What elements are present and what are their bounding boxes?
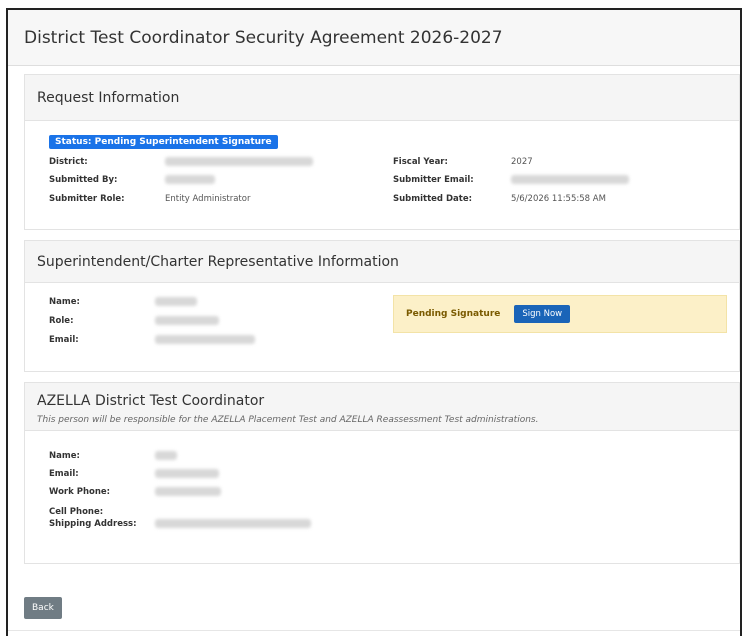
superintendent-role-redacted xyxy=(155,316,219,325)
fiscal-year-value: 2027 xyxy=(511,157,533,167)
submitted-by-label: Submitted By: xyxy=(49,175,118,185)
azella-heading: AZELLA District Test Coordinator This pe… xyxy=(25,383,739,431)
submitted-date-label: Submitted Date: xyxy=(393,194,472,204)
shipping-address-label: Shipping Address: xyxy=(49,519,137,529)
submitter-role-value: Entity Administrator xyxy=(165,194,251,204)
district-value-redacted xyxy=(165,157,313,166)
sign-now-button[interactable]: Sign Now xyxy=(514,305,571,323)
superintendent-role-label: Role: xyxy=(49,316,74,326)
superintendent-title: Superintendent/Charter Representative In… xyxy=(37,253,399,270)
azella-name-redacted xyxy=(155,451,177,460)
page-header: District Test Coordinator Security Agree… xyxy=(8,10,740,66)
footer-divider xyxy=(8,630,740,631)
azella-coordinator-panel: AZELLA District Test Coordinator This pe… xyxy=(24,382,740,564)
work-phone-redacted xyxy=(155,487,221,496)
status-badge: Status: Pending Superintendent Signature xyxy=(49,135,278,149)
superintendent-name-label: Name: xyxy=(49,297,80,307)
main-content: Request Information Status: Pending Supe… xyxy=(24,74,740,574)
request-information-body: Status: Pending Superintendent Signature… xyxy=(25,121,739,229)
back-button[interactable]: Back xyxy=(24,597,62,619)
azella-name-label: Name: xyxy=(49,451,80,461)
fiscal-year-label: Fiscal Year: xyxy=(393,157,448,167)
request-information-heading: Request Information xyxy=(25,75,739,121)
cell-phone-label: Cell Phone: xyxy=(49,507,104,517)
submitted-by-value-redacted xyxy=(165,175,215,184)
submitted-date-value: 5/6/2026 11:55:58 AM xyxy=(511,194,606,204)
submitter-email-label: Submitter Email: xyxy=(393,175,474,185)
submitter-role-label: Submitter Role: xyxy=(49,194,125,204)
pending-signature-alert: Pending Signature Sign Now xyxy=(393,295,727,333)
azella-email-redacted xyxy=(155,469,219,478)
district-label: District: xyxy=(49,157,88,167)
work-phone-label: Work Phone: xyxy=(49,487,111,497)
shipping-address-redacted xyxy=(155,519,311,528)
page-title: District Test Coordinator Security Agree… xyxy=(24,27,503,48)
azella-subheading: This person will be responsible for the … xyxy=(37,415,539,425)
app-frame: District Test Coordinator Security Agree… xyxy=(6,8,742,636)
azella-body: Name: Email: Work Phone: Cell Phone: Shi… xyxy=(25,431,739,563)
superintendent-heading: Superintendent/Charter Representative In… xyxy=(25,241,739,283)
pending-signature-text: Pending Signature xyxy=(406,309,501,319)
superintendent-body: Name: Role: Email: Pending Signature Sig… xyxy=(25,283,739,371)
request-information-panel: Request Information Status: Pending Supe… xyxy=(24,74,740,230)
superintendent-email-label: Email: xyxy=(49,335,79,345)
superintendent-email-redacted xyxy=(155,335,255,344)
request-information-title: Request Information xyxy=(37,89,180,106)
submitter-email-value-redacted xyxy=(511,175,629,184)
azella-title: AZELLA District Test Coordinator xyxy=(37,393,265,409)
azella-email-label: Email: xyxy=(49,469,79,479)
superintendent-panel: Superintendent/Charter Representative In… xyxy=(24,240,740,372)
superintendent-name-redacted xyxy=(155,297,197,306)
